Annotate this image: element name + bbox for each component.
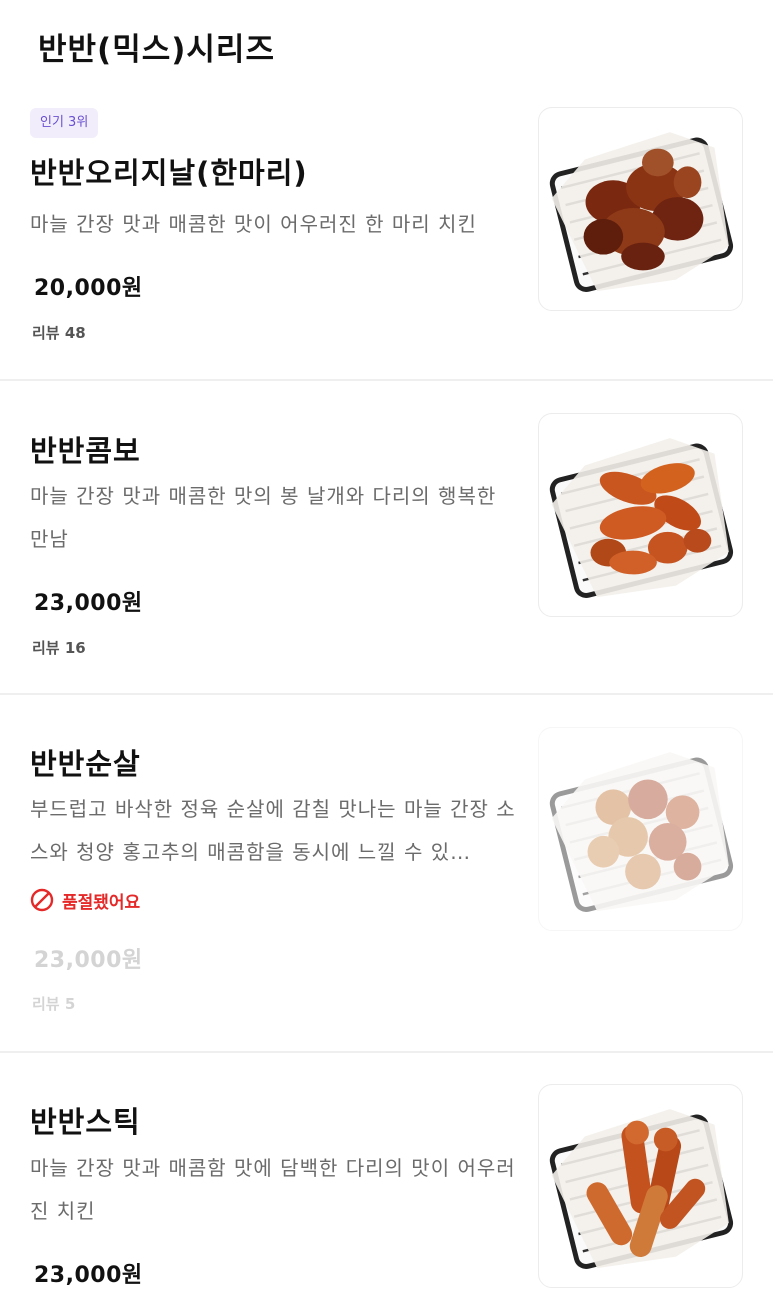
item-price: 23,000원 bbox=[34, 1263, 143, 1288]
menu-item-banban-boneless[interactable]: 반반순살 부드럽고 바삭한 정육 순살에 감칠 맛나는 마늘 간장 소스와 청양… bbox=[0, 695, 773, 1051]
item-description: 부드럽고 바삭한 정육 순살에 감칠 맛나는 마늘 간장 소스와 청양 홍고추의… bbox=[30, 797, 516, 864]
prohibited-icon bbox=[30, 888, 54, 912]
menu-item-banban-stick[interactable]: 반반스틱 마늘 간장 맛과 매콤함 맛에 담백한 다리의 맛이 어우러진 치킨 … bbox=[0, 1053, 773, 1293]
item-review-count: 리뷰 48 bbox=[32, 324, 86, 342]
soldout-label: 품절됐어요 bbox=[62, 892, 141, 913]
menu-item-banban-combo[interactable]: 반반콤보 마늘 간장 맛과 매콤한 맛의 봉 날개와 다리의 행복한 만남 23… bbox=[0, 381, 773, 693]
popularity-badge: 인기 3위 bbox=[30, 108, 99, 138]
chicken-basket-image bbox=[538, 413, 743, 617]
chicken-basket-image bbox=[538, 1084, 743, 1288]
item-name: 반반오리지날(한마리) bbox=[30, 156, 308, 190]
chicken-basket-image bbox=[538, 727, 743, 931]
item-price: 23,000원 bbox=[34, 948, 143, 973]
item-price: 20,000원 bbox=[34, 276, 143, 301]
soldout-status: 품절됐어요 bbox=[30, 885, 140, 915]
item-description: 마늘 간장 맛과 매콤한 맛의 봉 날개와 다리의 행복한 만남 bbox=[30, 484, 497, 551]
item-name: 반반콤보 bbox=[30, 434, 141, 468]
menu-item-banban-original[interactable]: 인기 3위 반반오리지날(한마리) 마늘 간장 맛과 매콤한 맛이 어우러진 한… bbox=[0, 0, 773, 380]
item-review-count: 리뷰 5 bbox=[32, 995, 76, 1013]
item-name: 반반순살 bbox=[30, 747, 141, 781]
chicken-basket-image bbox=[538, 107, 743, 311]
item-price: 23,000원 bbox=[34, 591, 143, 616]
item-review-count: 리뷰 16 bbox=[32, 639, 86, 657]
item-description: 마늘 간장 맛과 매콤함 맛에 담백한 다리의 맛이 어우러진 치킨 bbox=[30, 1156, 516, 1223]
item-description: 마늘 간장 맛과 매콤한 맛이 어우러진 한 마리 치킨 bbox=[30, 212, 477, 236]
item-name: 반반스틱 bbox=[30, 1105, 141, 1139]
